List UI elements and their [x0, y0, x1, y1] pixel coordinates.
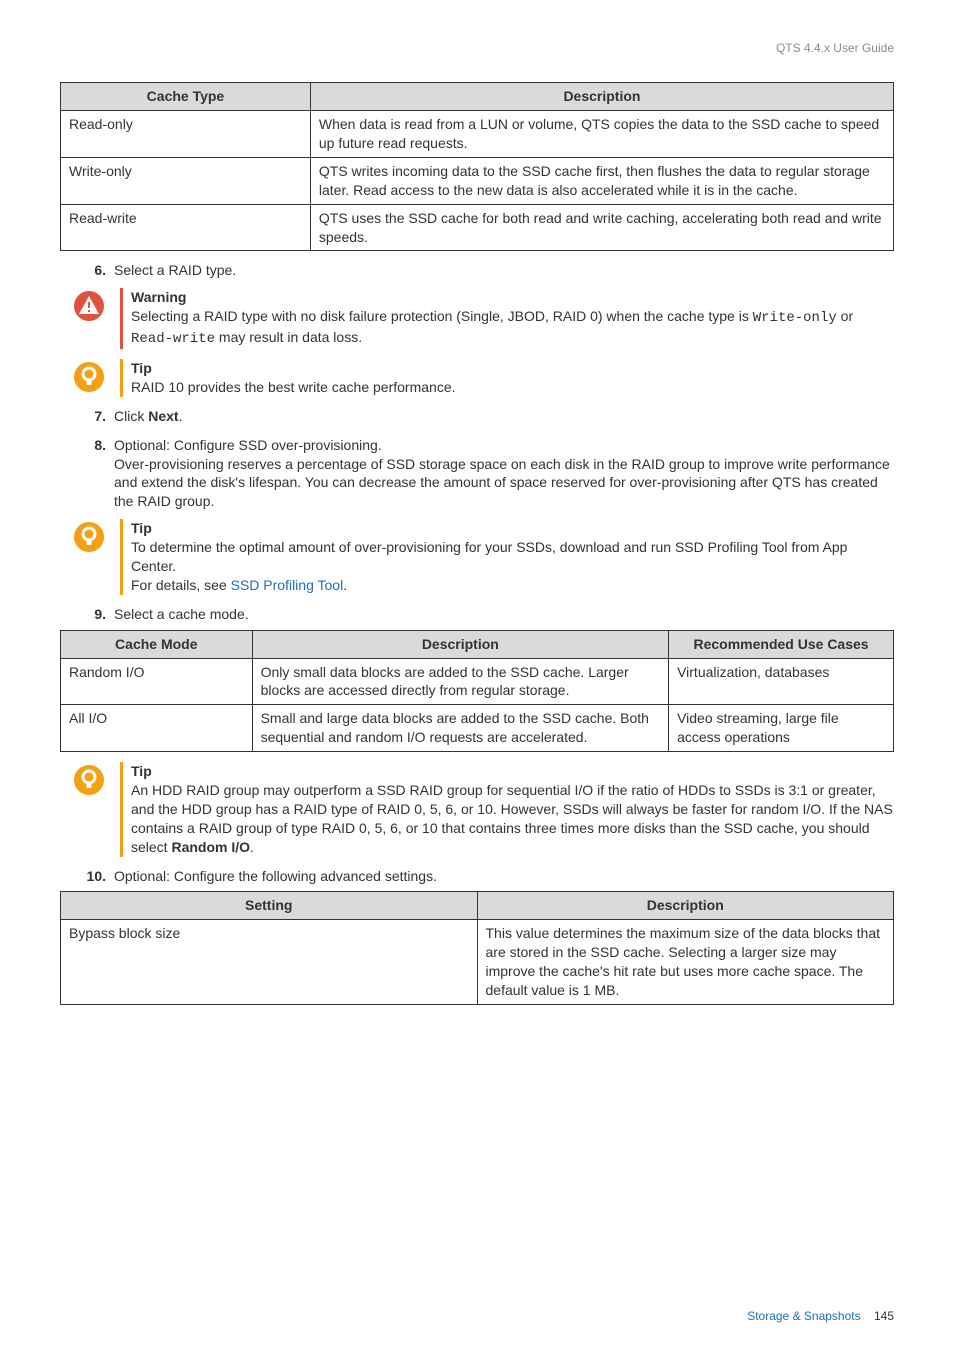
- step-text: Optional: Configure SSD over-provisionin…: [114, 436, 894, 512]
- footer-section: Storage & Snapshots: [747, 1309, 860, 1323]
- cache-mode-rec: Virtualization, databases: [669, 658, 894, 705]
- settings-head-setting: Setting: [61, 892, 478, 920]
- settings-desc: This value determines the maximum size o…: [477, 920, 894, 1005]
- step-text: Select a cache mode.: [114, 605, 894, 624]
- tip-icon: [62, 519, 116, 553]
- tip-text: RAID 10 provides the best write cache pe…: [131, 378, 894, 397]
- step-number: 8.: [60, 436, 114, 455]
- cache-type-head-type: Cache Type: [61, 83, 311, 111]
- step-9: 9. Select a cache mode.: [60, 605, 894, 624]
- step-number: 10.: [60, 867, 114, 886]
- tip-text: To determine the optimal amount of over-…: [131, 538, 894, 595]
- table-row: Read-only When data is read from a LUN o…: [61, 111, 894, 158]
- tip-title: Tip: [131, 519, 894, 538]
- step-8: 8. Optional: Configure SSD over-provisio…: [60, 436, 894, 512]
- table-row: Read-write QTS uses the SSD cache for bo…: [61, 204, 894, 251]
- cache-type-head-desc: Description: [310, 83, 893, 111]
- table-row: All I/O Small and large data blocks are …: [61, 705, 894, 752]
- cache-mode-head-rec: Recommended Use Cases: [669, 630, 894, 658]
- tip-callout: Tip RAID 10 provides the best write cach…: [62, 359, 894, 397]
- cache-mode-desc: Small and large data blocks are added to…: [252, 705, 669, 752]
- cache-mode-head-mode: Cache Mode: [61, 630, 253, 658]
- step-text: Select a RAID type.: [114, 261, 894, 280]
- tip-callout: Tip To determine the optimal amount of o…: [62, 519, 894, 595]
- step-text: Optional: Configure the following advanc…: [114, 867, 894, 886]
- tip-text: An HDD RAID group may outperform a SSD R…: [131, 781, 894, 857]
- cache-type-desc: QTS writes incoming data to the SSD cach…: [310, 157, 893, 204]
- warning-icon: [62, 288, 116, 322]
- cache-mode-table: Cache Mode Description Recommended Use C…: [60, 630, 894, 752]
- doc-header-title: QTS 4.4.x User Guide: [60, 40, 894, 56]
- ssd-profiling-tool-link[interactable]: SSD Profiling Tool: [231, 577, 344, 593]
- settings-cell: Bypass block size: [61, 920, 478, 1005]
- table-row: Bypass block size This value determines …: [61, 920, 894, 1005]
- step-10: 10. Optional: Configure the following ad…: [60, 867, 894, 886]
- warning-callout: Warning Selecting a RAID type with no di…: [62, 288, 894, 349]
- tip-icon: [62, 359, 116, 393]
- step-number: 7.: [60, 407, 114, 426]
- cache-type-cell: Read-only: [61, 111, 311, 158]
- warning-text: Selecting a RAID type with no disk failu…: [131, 307, 894, 349]
- step-number: 6.: [60, 261, 114, 280]
- footer-page-number: 145: [874, 1309, 894, 1323]
- cache-type-cell: Read-write: [61, 204, 311, 251]
- cache-type-desc: QTS uses the SSD cache for both read and…: [310, 204, 893, 251]
- cache-mode-cell: All I/O: [61, 705, 253, 752]
- page-footer: Storage & Snapshots 145: [747, 1308, 894, 1324]
- cache-type-desc: When data is read from a LUN or volume, …: [310, 111, 893, 158]
- step-7: 7. Click Next.: [60, 407, 894, 426]
- cache-type-table: Cache Type Description Read-only When da…: [60, 82, 894, 251]
- advanced-settings-table: Setting Description Bypass block size Th…: [60, 891, 894, 1004]
- step-number: 9.: [60, 605, 114, 624]
- cache-mode-rec: Video streaming, large file access opera…: [669, 705, 894, 752]
- cache-mode-desc: Only small data blocks are added to the …: [252, 658, 669, 705]
- tip-callout: Tip An HDD RAID group may outperform a S…: [62, 762, 894, 856]
- tip-icon: [62, 762, 116, 796]
- step-text: Click Next.: [114, 407, 894, 426]
- cache-type-cell: Write-only: [61, 157, 311, 204]
- cache-mode-head-desc: Description: [252, 630, 669, 658]
- warning-title: Warning: [131, 288, 894, 307]
- cache-mode-cell: Random I/O: [61, 658, 253, 705]
- tip-title: Tip: [131, 762, 894, 781]
- settings-head-desc: Description: [477, 892, 894, 920]
- table-row: Write-only QTS writes incoming data to t…: [61, 157, 894, 204]
- table-row: Random I/O Only small data blocks are ad…: [61, 658, 894, 705]
- step-6: 6. Select a RAID type.: [60, 261, 894, 280]
- tip-title: Tip: [131, 359, 894, 378]
